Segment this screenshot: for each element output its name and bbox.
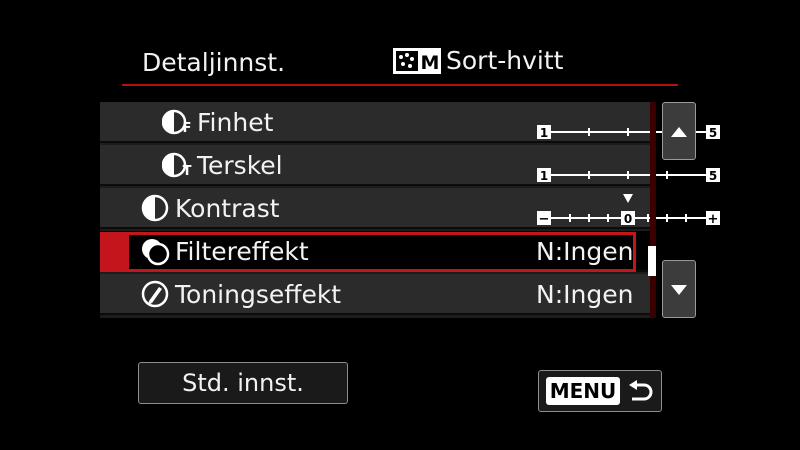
list-item-label: Kontrast [175,194,280,223]
contrast-scale: − 0 + [537,194,720,226]
scroll-up-button[interactable] [662,102,696,160]
menu-back-button[interactable]: MENU [538,370,662,412]
scale-max-label: 5 [709,126,717,140]
svg-text:F: F [183,121,192,136]
list-item-toningseffekt[interactable]: Toningseffekt N:Ingen [100,274,650,315]
svg-text:T: T [183,164,192,179]
scale-min-label: − [539,212,550,226]
scale-min-label: 1 [540,126,548,140]
scrollbar-track[interactable] [650,102,656,318]
scale-marker [623,194,633,203]
toning-effect-value: N:Ingen [536,280,634,309]
scrollbar-thumb[interactable] [648,246,656,276]
scale-center-label: 0 [624,212,632,226]
default-settings-button[interactable]: Std. innst. [138,362,348,404]
page-title: Detaljinnst. [142,48,286,77]
threshold-icon: T [162,152,192,179]
triangle-up-icon [671,127,687,137]
return-arrow-icon [629,380,653,401]
menu-key-label: MENU [545,377,621,405]
list-item-label: Finhet [197,108,274,137]
fineness-icon: F [162,109,192,136]
picture-style-name: Sort-hvitt [446,46,564,75]
toning-effect-icon [141,280,169,308]
scroll-down-button[interactable] [662,260,696,318]
scale-max-label: 5 [709,169,717,183]
scale-min-label: 1 [540,169,548,183]
list-item-finhet[interactable]: F Finhet 1 5 [100,102,720,143]
list-item-terskel[interactable]: T Terskel 1 5 [100,145,720,186]
list-item-label: Terskel [197,151,283,180]
detail-settings-list: F Finhet 1 5 T Terskel 1 5 Kontrast − 0 … [100,102,720,318]
triangle-down-icon [671,285,687,295]
list-item-label: Toningseffekt [175,280,342,309]
contrast-icon [141,194,169,222]
picture-style-indicator: M Sort-hvitt [392,46,563,75]
selection-frame [126,232,636,272]
selection-indicator [100,232,126,272]
picture-style-icon-letter: M [421,52,440,74]
scale-max-label: + [708,212,719,226]
list-item-kontrast[interactable]: Kontrast − 0 + [100,188,720,229]
title-divider [122,84,678,86]
monochrome-picture-style-icon: M [393,47,441,74]
